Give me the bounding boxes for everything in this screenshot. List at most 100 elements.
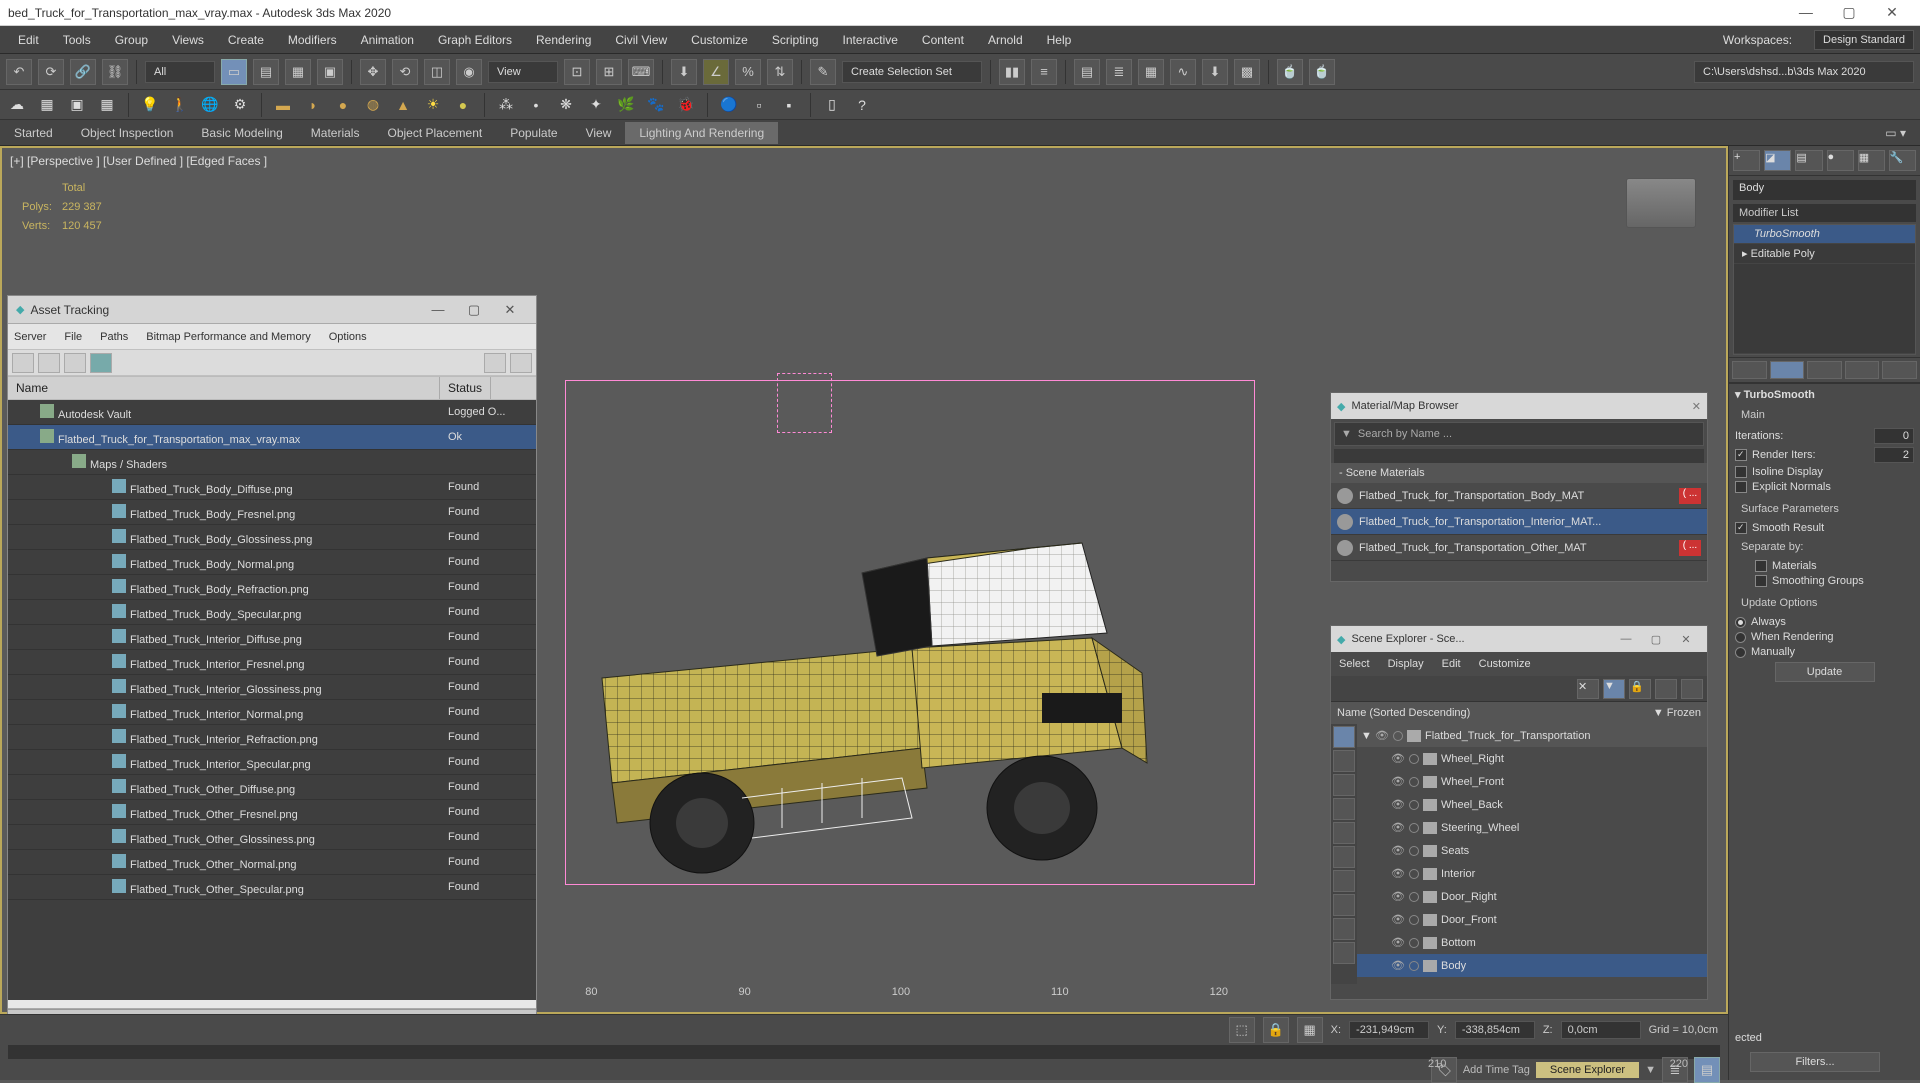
undo-icon[interactable]: ↶	[6, 59, 32, 85]
redo-icon[interactable]: ⟳	[38, 59, 64, 85]
select-icon[interactable]: ▭	[221, 59, 247, 85]
asset-row[interactable]: Flatbed_Truck_Other_Diffuse.pngFound	[8, 775, 536, 800]
asset-row[interactable]: Autodesk VaultLogged O...	[8, 400, 536, 425]
asset-list[interactable]: Autodesk VaultLogged O...Flatbed_Truck_f…	[8, 400, 536, 1000]
align-icon[interactable]: ≡	[1031, 59, 1057, 85]
scene-item[interactable]: 👁Door_Right	[1357, 885, 1707, 908]
scale-icon[interactable]: ◫	[424, 59, 450, 85]
layers-icon[interactable]: ≣	[1106, 59, 1132, 85]
sun-icon[interactable]: ☀	[422, 94, 444, 116]
material-item[interactable]: Flatbed_Truck_for_Transportation_Interio…	[1331, 509, 1707, 535]
update-button[interactable]: Update	[1775, 662, 1875, 682]
ribbon-tab[interactable]: Materials	[297, 122, 374, 144]
scene-item[interactable]: 👁Wheel_Right	[1357, 747, 1707, 770]
manip-icon[interactable]: ⊞	[596, 59, 622, 85]
prim-cone-icon[interactable]: ◗	[302, 94, 324, 116]
menu-item[interactable]: Animation	[349, 29, 426, 51]
maximize-icon[interactable]: ▢	[1829, 4, 1869, 21]
angle-snap-icon[interactable]: ∠	[703, 59, 729, 85]
menu-item[interactable]: Modifiers	[276, 29, 349, 51]
select-name-icon[interactable]: ▤	[253, 59, 279, 85]
minimize-icon[interactable]: —	[420, 302, 456, 317]
particle-icon[interactable]: ⁂	[495, 94, 517, 116]
box-icon[interactable]: ▣	[66, 94, 88, 116]
tool-icon[interactable]	[1681, 679, 1703, 699]
asset-row[interactable]: Flatbed_Truck_Interior_Diffuse.pngFound	[8, 625, 536, 650]
render-frame-icon[interactable]: 🍵	[1309, 59, 1335, 85]
menu-item[interactable]: Help	[1035, 29, 1084, 51]
display-tab-icon[interactable]: ▦	[1858, 150, 1885, 171]
layer-icon[interactable]: ▤	[1074, 59, 1100, 85]
filter-space-icon[interactable]	[1333, 846, 1355, 868]
grass-icon[interactable]: 🌿	[615, 94, 637, 116]
asset-row[interactable]: Flatbed_Truck_Body_Diffuse.pngFound	[8, 475, 536, 500]
unlink-icon[interactable]: ⛓	[102, 59, 128, 85]
selected-dropdown[interactable]: ected	[1735, 1032, 1825, 1044]
menu-item[interactable]: Views	[160, 29, 216, 51]
modify-tab-icon[interactable]: ◪	[1764, 150, 1791, 171]
pivot-icon[interactable]: ⊡	[564, 59, 590, 85]
ribbon-tab[interactable]: Object Placement	[373, 122, 496, 144]
sphere3-icon[interactable]: ▪	[778, 94, 800, 116]
col-name[interactable]: Name	[8, 377, 440, 399]
tool-icon[interactable]	[484, 353, 506, 373]
render-setup-icon[interactable]: 🍵	[1277, 59, 1303, 85]
scene-item[interactable]: 👁Body	[1357, 954, 1707, 977]
tool-icon[interactable]	[64, 353, 86, 373]
abs-icon[interactable]: ▦	[1297, 1017, 1323, 1043]
asset-row[interactable]: Flatbed_Truck_Interior_Glossiness.pngFou…	[8, 675, 536, 700]
show-result-icon[interactable]	[1770, 361, 1805, 379]
viewport-label[interactable]: [+] [Perspective ] [User Defined ] [Edge…	[10, 154, 267, 168]
asset-menu-item[interactable]: Server	[14, 331, 46, 343]
asset-row[interactable]: Flatbed_Truck_Interior_Specular.pngFound	[8, 750, 536, 775]
coord-dropdown[interactable]: View	[488, 61, 558, 83]
config-icon[interactable]	[1882, 361, 1917, 379]
viewcube[interactable]	[1626, 178, 1696, 228]
menu-item[interactable]: Interactive	[831, 29, 910, 51]
curve-icon[interactable]: ∿	[1170, 59, 1196, 85]
menu-item[interactable]: Civil View	[603, 29, 679, 51]
col-status[interactable]: Status	[440, 377, 491, 399]
asset-menu-item[interactable]: Options	[329, 331, 367, 343]
menu-item[interactable]: Customize	[679, 29, 760, 51]
percent-snap-icon[interactable]: %	[735, 59, 761, 85]
project-path[interactable]: C:\Users\dshsd...b\3ds Max 2020	[1694, 61, 1914, 83]
explicit-checkbox[interactable]	[1735, 481, 1747, 493]
tool-icon[interactable]	[1655, 679, 1677, 699]
material-group[interactable]: - Scene Materials	[1331, 463, 1707, 483]
filter-icon[interactable]: ▼	[1603, 679, 1625, 699]
isoline-checkbox[interactable]	[1735, 466, 1747, 478]
help-icon[interactable]: ?	[851, 94, 873, 116]
scene-item[interactable]: 👁Door_Front	[1357, 908, 1707, 931]
explicit-row[interactable]: Explicit Normals	[1735, 481, 1914, 493]
asset-row[interactable]: Flatbed_Truck_Other_Fresnel.pngFound	[8, 800, 536, 825]
filter-geom-icon[interactable]	[1333, 750, 1355, 772]
asset-row[interactable]: Flatbed_Truck_Other_Specular.pngFound	[8, 875, 536, 900]
ribbon-tab[interactable]: Populate	[496, 122, 571, 144]
update-manual[interactable]: Manually	[1735, 646, 1914, 658]
asset-menu-item[interactable]: File	[64, 331, 82, 343]
schematic-icon[interactable]: ⬇	[1202, 59, 1228, 85]
sep-materials[interactable]: Materials	[1735, 560, 1914, 572]
ribbon-icon[interactable]: ▦	[1138, 59, 1164, 85]
asset-row[interactable]: Flatbed_Truck_Body_Fresnel.pngFound	[8, 500, 536, 525]
scene-menu-item[interactable]: Customize	[1479, 658, 1531, 670]
rect-select-icon[interactable]: ▦	[285, 59, 311, 85]
modifier-list-label[interactable]: Modifier List	[1733, 204, 1916, 222]
material-icon[interactable]: ▩	[1234, 59, 1260, 85]
asset-row[interactable]: Flatbed_Truck_Other_Glossiness.pngFound	[8, 825, 536, 850]
snap-icon[interactable]: ⬇	[671, 59, 697, 85]
asset-titlebar[interactable]: ◆ Asset Tracking — ▢ ✕	[8, 296, 536, 324]
material-item[interactable]: Flatbed_Truck_for_Transportation_Other_M…	[1331, 535, 1707, 561]
light-icon[interactable]: 💡	[139, 94, 161, 116]
remove-icon[interactable]	[1845, 361, 1880, 379]
material-titlebar[interactable]: ◆ Material/Map Browser ✕	[1331, 393, 1707, 419]
asset-row[interactable]: Flatbed_Truck_Other_Normal.pngFound	[8, 850, 536, 875]
update-render[interactable]: When Rendering	[1735, 631, 1914, 643]
pin-icon[interactable]	[1732, 361, 1767, 379]
layers2-icon[interactable]: ▤	[1694, 1057, 1720, 1083]
selection-lock-icon[interactable]: ⬚	[1229, 1017, 1255, 1043]
material-search[interactable]: ▼Search by Name ...	[1334, 422, 1704, 446]
close-icon[interactable]: ✕	[492, 302, 528, 318]
particle4-icon[interactable]: ✦	[585, 94, 607, 116]
